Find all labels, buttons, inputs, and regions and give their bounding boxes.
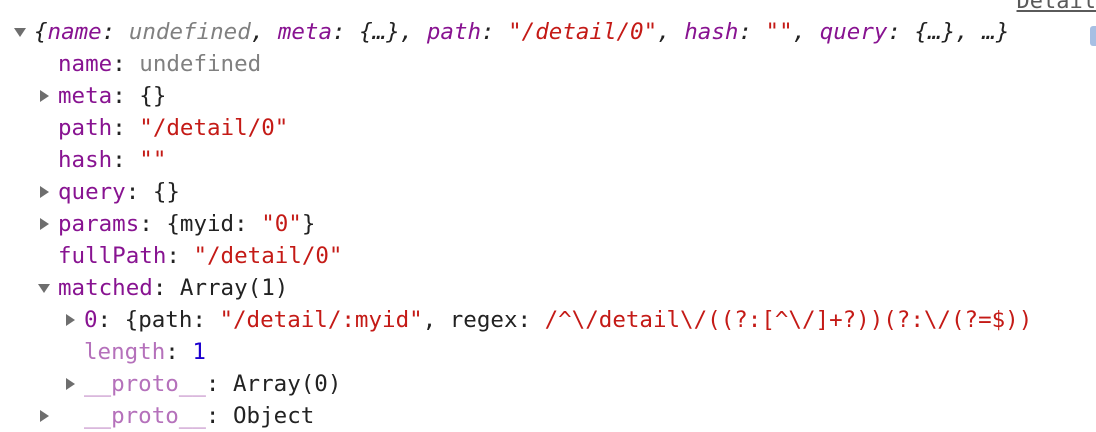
property-row-query[interactable]: query: {} <box>0 176 1096 208</box>
property-row-meta[interactable]: meta: {} <box>0 80 1096 112</box>
property-key: __proto__ <box>84 403 206 429</box>
property-value: "/detail/0" <box>193 243 343 269</box>
property-row-proto-array[interactable]: __proto__: Array(0) <box>0 368 1096 400</box>
property-value: "" <box>139 147 167 173</box>
property-key: length <box>84 339 166 365</box>
property-value: Array(1) <box>179 275 289 301</box>
property-key: path <box>58 115 113 141</box>
property-key: params <box>58 211 140 237</box>
expand-triangle-icon[interactable] <box>38 208 54 240</box>
property-value: "/detail/0" <box>139 115 289 141</box>
property-value: 1 <box>192 339 206 365</box>
property-row-hash: hash: "" <box>58 147 167 173</box>
property-row-length: length: 1 <box>84 339 206 365</box>
expand-triangle-icon[interactable] <box>38 176 54 208</box>
property-value: undefined <box>139 51 262 77</box>
property-row-params[interactable]: params: {myid: "0"} <box>0 208 1096 240</box>
expand-triangle-icon[interactable] <box>64 368 80 400</box>
property-value: Object <box>233 403 315 429</box>
source-link[interactable]: Detail <box>1017 0 1096 16</box>
property-key: query <box>58 179 126 205</box>
collapse-triangle-icon[interactable] <box>38 272 54 304</box>
property-row-fullpath: fullPath: "/detail/0" <box>58 243 343 269</box>
property-row-path: path: "/detail/0" <box>58 115 289 141</box>
property-value: {} <box>139 83 167 109</box>
expand-triangle-icon[interactable] <box>14 16 30 48</box>
property-key: matched <box>58 275 153 301</box>
devtools-console: Detail {name: undefined, meta: {…}, path… <box>0 0 1096 429</box>
expand-triangle-icon[interactable] <box>64 304 80 336</box>
property-value: /^\/detail\/((?:[^\/]+?))(?:\/(?=$)) <box>544 307 1033 333</box>
property-value: "0" <box>261 211 302 237</box>
property-key: fullPath <box>58 243 167 269</box>
property-value: {} <box>152 179 180 205</box>
object-summary-row[interactable]: {name: undefined, meta: {…}, path: "/det… <box>0 16 1096 48</box>
property-key: 0 <box>84 307 98 333</box>
property-key: name <box>58 51 113 77</box>
expand-triangle-icon[interactable] <box>38 400 54 432</box>
property-row-proto-object[interactable]: __proto__: Object <box>0 400 1096 432</box>
property-key: __proto__ <box>84 371 206 397</box>
array-item-row-0[interactable]: 0: {path: "/detail/:myid", regex: /^\/de… <box>0 304 1096 336</box>
property-row-matched[interactable]: matched: Array(1) <box>0 272 1096 304</box>
property-row-name: name: undefined <box>58 51 262 77</box>
property-key: hash <box>58 147 113 173</box>
expand-triangle-icon[interactable] <box>38 80 54 112</box>
property-key: meta <box>58 83 113 109</box>
property-value: Array(0) <box>233 371 342 397</box>
object-preview: {name: undefined, meta: {…}, path: "/det… <box>34 19 1010 45</box>
